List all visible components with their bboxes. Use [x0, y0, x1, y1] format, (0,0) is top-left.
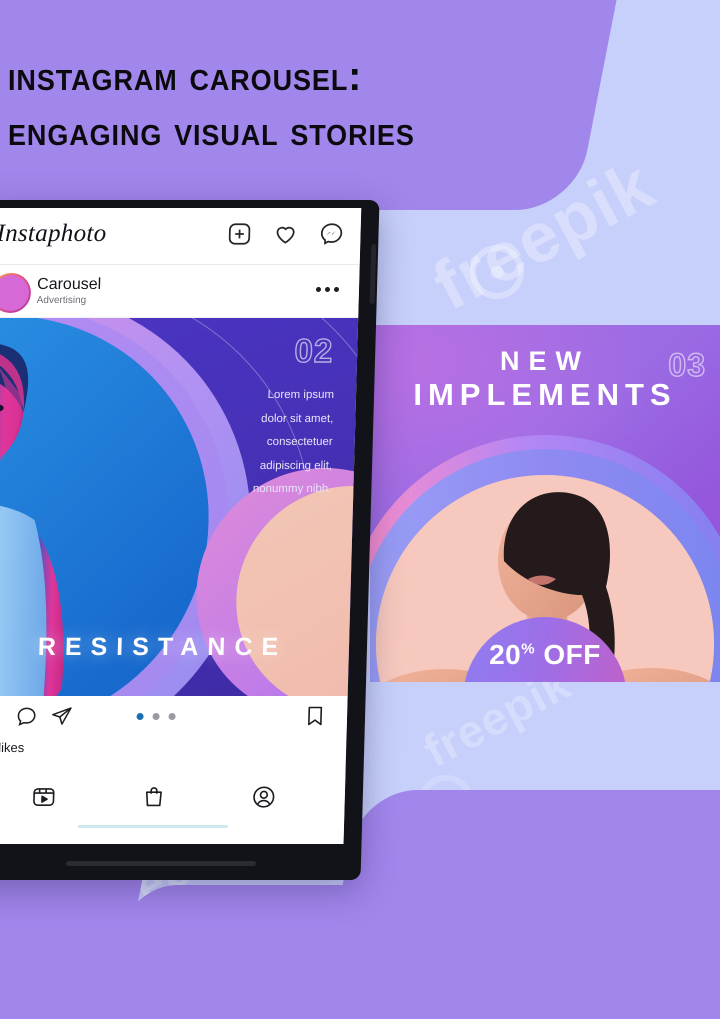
heart-icon[interactable]: [272, 221, 299, 247]
body-line: consectetuer: [266, 436, 333, 449]
title-line-2: Engaging Visual Stories: [8, 107, 415, 155]
post-header: Carousel Advertising: [0, 265, 360, 318]
carousel-dot-active[interactable]: [136, 713, 144, 720]
page-title: Instagram Carousel: Engaging Visual Stor…: [8, 48, 529, 159]
home-indicator: [77, 825, 229, 828]
slide-02-body: Lorem ipsum dolor sit amet, consectetuer…: [191, 384, 335, 502]
profile-icon[interactable]: [250, 784, 277, 810]
avatar[interactable]: [0, 273, 32, 313]
body-line: dolor sit amet,: [260, 412, 334, 425]
carousel-slide-02[interactable]: 02 Lorem ipsum dolor sit amet, consectet…: [0, 318, 359, 696]
reels-icon[interactable]: [30, 784, 57, 810]
carousel-dot[interactable]: [168, 713, 176, 720]
post-actions: 45 likes: [0, 696, 348, 755]
slide-03-number: 03: [668, 346, 706, 383]
discount-badge-label: 20% OFF: [489, 639, 601, 670]
post-subtitle: Advertising: [36, 295, 87, 306]
post-action-icons: [0, 704, 73, 728]
carousel-dot[interactable]: [152, 713, 160, 720]
share-icon[interactable]: [50, 705, 74, 728]
app-header: Instaphoto: [0, 208, 362, 265]
bookmark-icon[interactable]: [303, 704, 328, 728]
post-username[interactable]: Carousel: [37, 276, 102, 294]
body-line: nonummy nibh.: [252, 483, 332, 496]
app-header-icons: [226, 221, 345, 247]
add-post-icon[interactable]: [226, 221, 253, 247]
phone-mockup: Instaphoto Carousel Advertising 02 Lorem…: [0, 200, 380, 880]
heart-filled-icon[interactable]: [0, 704, 3, 728]
slide-02-number: 02: [293, 331, 334, 369]
phone-speaker: [65, 861, 257, 866]
phone-screen: Instaphoto Carousel Advertising 02 Lorem…: [0, 208, 362, 844]
carousel-slide-03[interactable]: NEW IMPLEMENTS 03 20% OFF: [370, 325, 720, 682]
poster-canvas: freepik freepik freepik freepik Instagra…: [0, 0, 720, 1019]
comment-icon[interactable]: [15, 705, 39, 728]
title-line-1: Instagram Carousel:: [8, 52, 363, 99]
app-tabbar: [0, 774, 346, 844]
watermark-logo: [470, 245, 524, 299]
post-more-options-button[interactable]: [315, 287, 340, 292]
body-line: adipiscing elit,: [259, 459, 333, 472]
messenger-icon[interactable]: [318, 221, 345, 247]
carousel-indicator: [136, 713, 176, 720]
shop-icon[interactable]: [140, 784, 167, 810]
likes-count: 45 likes: [0, 740, 25, 755]
app-logo: Instaphoto: [0, 220, 107, 247]
body-line: Lorem ipsum: [267, 389, 335, 401]
decorative-shape-bottom-middle: [90, 885, 420, 1019]
slide-02-title: RESISTANCE: [37, 633, 288, 661]
